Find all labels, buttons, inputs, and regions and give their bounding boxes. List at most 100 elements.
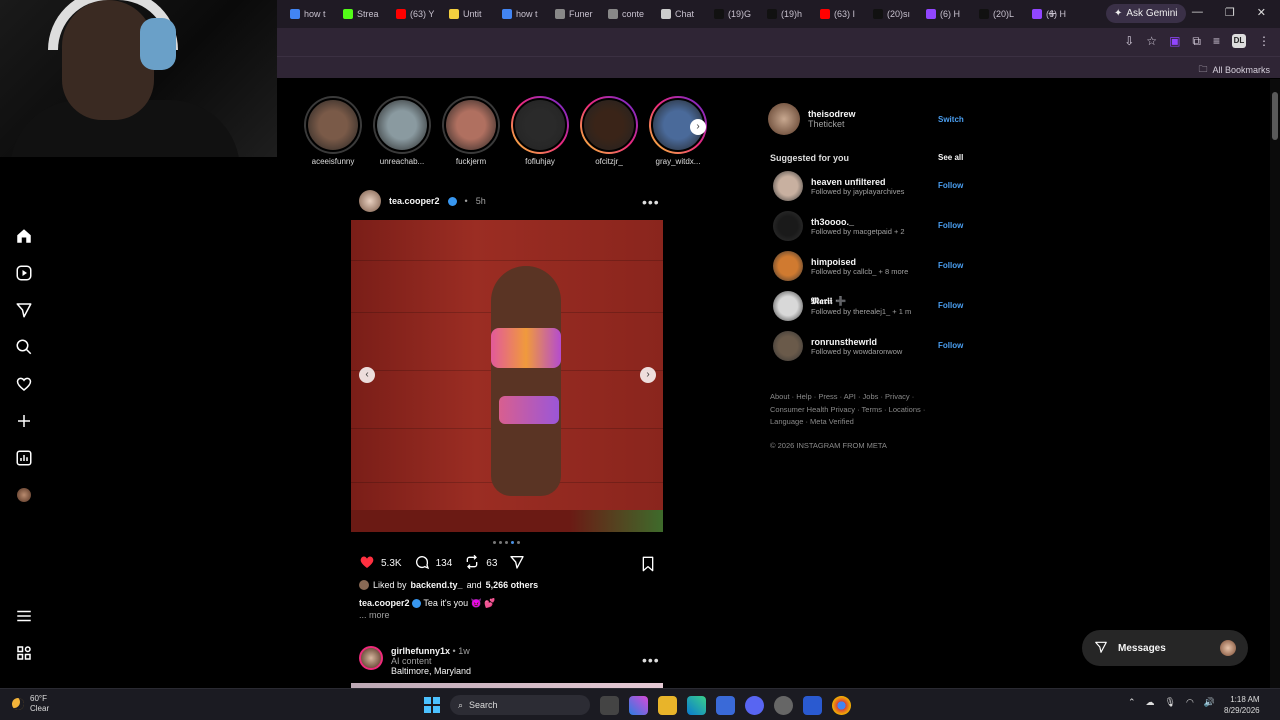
suggestion-username[interactable]: heaven unfiltered [811,177,929,187]
search-icon[interactable] [10,333,38,361]
save-icon[interactable] [641,556,655,577]
post2-author-avatar[interactable] [359,646,383,670]
more-menu-icon[interactable] [10,602,38,630]
stories-next-arrow[interactable]: › [690,119,706,135]
post-author-username[interactable]: tea.cooper2 [389,196,440,206]
browser-tab[interactable]: (20)sı [867,4,918,24]
also-from-meta-icon[interactable] [10,639,38,667]
ask-gemini-button[interactable]: ✦ Ask Gemini [1106,4,1186,23]
microphone-icon[interactable]: 🎙 [1165,697,1176,708]
post-author-avatar[interactable] [359,190,381,212]
footer-links[interactable]: About · Help · Press · API · Jobs · Priv… [770,391,940,429]
suggestion-username[interactable]: ronrunsthewrld [811,337,929,347]
caption-more-link[interactable]: ... more [359,610,390,620]
bookmark-star-icon[interactable]: ☆ [1146,34,1157,49]
liked-by-user[interactable]: backend.ty_ [411,580,463,590]
task-view-icon[interactable] [600,695,619,715]
caption-username[interactable]: tea.cooper2 [359,598,410,608]
suggestion-username[interactable]: th3oooo._ [811,217,929,227]
suggestion-avatar[interactable] [773,331,803,361]
browser-tab[interactable]: conte [602,4,653,24]
story-item[interactable]: aceeisfunny [303,96,363,166]
post2-location[interactable]: Baltimore, Maryland [391,666,471,676]
app-icon-2[interactable] [803,695,822,715]
copilot-icon[interactable] [629,695,648,715]
follow-button[interactable]: Follow [938,341,963,350]
suggestion-avatar[interactable] [773,171,803,201]
like-count[interactable]: 5.3K [381,558,402,569]
dashboard-icon[interactable] [10,444,38,472]
carousel-next-arrow[interactable]: › [640,367,656,383]
suggestion-username[interactable]: 𝕸𝖆𝖗𝖎𝖎 ➕ [811,296,929,307]
post2-options-icon[interactable]: ••• [642,652,660,668]
create-icon[interactable] [10,407,38,435]
scrollbar-thumb[interactable] [1272,92,1278,140]
volume-icon[interactable]: 🔊 [1204,697,1215,708]
browser-tab[interactable]: (19)G [708,4,759,24]
current-account-username[interactable]: theisodrew [808,109,856,119]
repost-count[interactable]: 63 [486,558,497,569]
post2-username[interactable]: girlhefunny1x [391,646,450,656]
restore-icon[interactable]: ❐ [1225,6,1235,19]
browser-tab[interactable]: how t [284,4,335,24]
onedrive-icon[interactable]: ☁ [1146,697,1155,708]
like-icon[interactable] [359,554,375,573]
windows-start-icon[interactable] [424,697,440,713]
carousel-prev-arrow[interactable]: ‹ [359,367,375,383]
browser-tab[interactable]: how t [496,4,547,24]
edge-icon[interactable] [687,695,706,715]
weather-widget[interactable]: 60°F Clear [12,694,49,714]
comment-icon[interactable] [414,554,430,573]
heart-icon[interactable] [10,370,38,398]
browser-tab[interactable]: (20)L [973,4,1024,24]
tray-overflow-icon[interactable]: ⌃ [1128,697,1136,708]
post-image[interactable] [351,220,663,532]
see-all-link[interactable]: See all [938,153,963,162]
follow-button[interactable]: Follow [938,181,963,190]
extensions-icon[interactable]: ⧉ [1192,34,1201,49]
browser-tab[interactable]: (19)h [761,4,812,24]
story-item[interactable]: unreachab... [372,96,432,166]
follow-button[interactable]: Follow [938,301,963,310]
suggestion-username[interactable]: himpoised [811,257,929,267]
store-icon[interactable] [716,695,735,715]
follow-button[interactable]: Follow [938,261,963,270]
post-options-icon[interactable]: ••• [642,194,660,210]
reels-icon[interactable] [10,259,38,287]
all-bookmarks-button[interactable]: 🗀 All Bookmarks [1198,62,1270,78]
twitch-extension-icon[interactable]: ▣ [1169,34,1180,49]
repost-icon[interactable] [464,554,480,573]
browser-tab[interactable]: Strea [337,4,388,24]
new-tab-button[interactable]: + [1048,5,1056,21]
close-icon[interactable]: ✕ [1257,6,1266,19]
suggestion-avatar[interactable] [773,211,803,241]
current-account-avatar[interactable] [768,103,800,135]
reading-list-icon[interactable]: ≡ [1213,34,1220,49]
suggestion-avatar[interactable] [773,291,803,321]
messages-button[interactable]: Messages [1082,630,1248,666]
profile-avatar[interactable] [10,481,38,509]
share-icon[interactable] [509,554,525,573]
browser-tab[interactable]: Untit [443,4,494,24]
profile-icon[interactable]: DL [1232,34,1246,48]
suggestion-avatar[interactable] [773,251,803,281]
discord-icon[interactable] [745,695,764,715]
menu-icon[interactable]: ⋮ [1258,34,1270,49]
follow-button[interactable]: Follow [938,221,963,230]
page-scrollbar[interactable] [1270,79,1280,688]
minimize-icon[interactable]: — [1192,6,1203,19]
wifi-icon[interactable]: ◠ [1186,697,1194,708]
browser-tab[interactable]: (63) I [814,4,865,24]
browser-tab[interactable]: (6) H [920,4,971,24]
install-app-icon[interactable]: ⇩ [1124,34,1134,49]
app-icon[interactable] [774,695,793,715]
switch-account-button[interactable]: Switch [938,115,964,124]
browser-tab[interactable]: Chat [655,4,706,24]
comment-count[interactable]: 134 [436,558,453,569]
chrome-icon[interactable] [832,695,851,715]
story-item[interactable]: ofcitzjr_ [579,96,639,166]
direct-icon[interactable] [10,296,38,324]
browser-tab[interactable]: Funer [549,4,600,24]
taskbar-clock[interactable]: 1:18 AM 8/29/2026 [1224,694,1260,716]
taskbar-search[interactable]: ⌕ Search [450,695,590,715]
